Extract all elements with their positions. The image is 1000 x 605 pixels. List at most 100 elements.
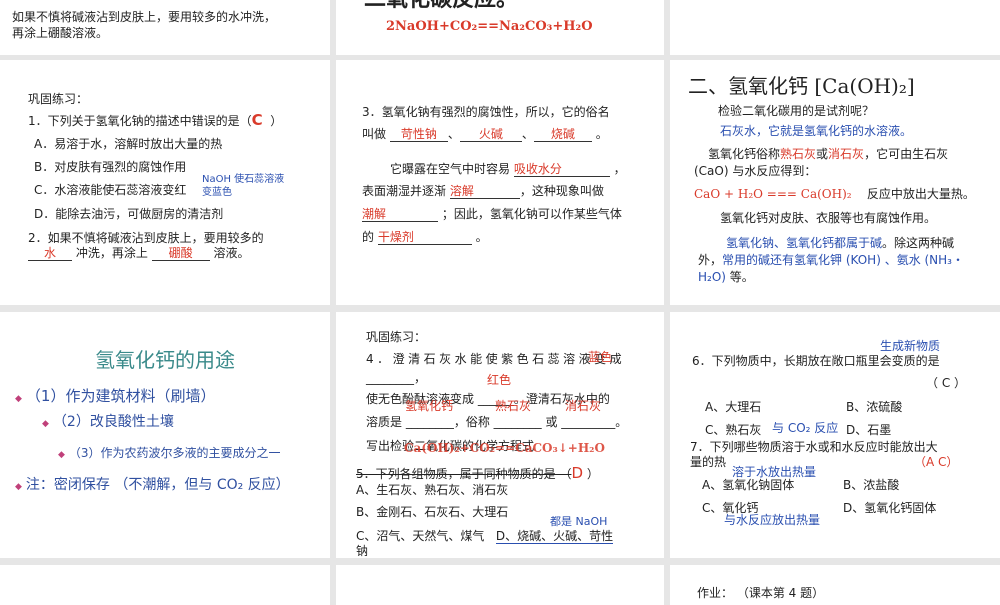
text: （2）改良酸性土壤 xyxy=(52,414,174,430)
text: H₂O) xyxy=(698,270,726,284)
text: 它曝露在空气中时容易 xyxy=(390,162,511,176)
annotation: 与 CO₂ 反应 xyxy=(772,421,839,435)
text: （1）作为建筑材料（刷墙） xyxy=(25,387,216,405)
text: ， xyxy=(613,162,626,176)
slide-thumbnail[interactable]: 巩固练习： 4．澄清石灰水能使紫色石蕊溶液变成 蓝色 ________， 红色 … xyxy=(336,312,664,558)
annotation: 生成新物质 xyxy=(880,339,941,353)
slide-thumbnail[interactable] xyxy=(336,565,664,605)
slide-title: 氢氧化钙的用途 xyxy=(95,348,235,372)
highlight: 消石灰 xyxy=(828,147,865,161)
option: A、氢氧化钠固体 xyxy=(702,478,795,492)
text: （3）作为农药波尔多液的主要成分之一 xyxy=(68,446,281,460)
question: 5．下列各组物质，属于同种物质的是 （ xyxy=(356,467,572,481)
text: 等。 xyxy=(725,270,754,284)
text: 溶质是 ________，俗称 ________ 或 _________。 xyxy=(366,415,628,429)
slide-thumbnail[interactable]: 二、氢氧化钙 [Ca(OH)₂] 检验二氧化碳用的是试剂呢？ 石灰水，它就是氢氧… xyxy=(670,60,1000,305)
answer: 红色 xyxy=(487,373,512,387)
option: D．能除去油污，可做厨房的清洁剂 xyxy=(34,207,224,221)
answer: 硼酸 xyxy=(151,246,210,261)
answer: 苛性钠 xyxy=(389,127,448,142)
text: 。除这两种碱 xyxy=(882,236,955,250)
bullet-icon: ◆ xyxy=(15,482,22,492)
answer: 水 xyxy=(28,246,72,261)
slide-thumbnail[interactable]: 作业： （课本第 4 题） xyxy=(670,565,1000,605)
text: 常用的碱还有氢氧化钾 (KOH) 、氨水 (NH₃・ xyxy=(722,253,964,267)
text: 冲洗，再涂上 xyxy=(75,246,148,260)
annotation: NaOH 使石蕊溶液 xyxy=(202,174,285,185)
text: 表面潮湿并逐渐 xyxy=(362,184,447,198)
option: A、生石灰、熟石灰、消石灰 xyxy=(356,483,509,497)
highlight: 熟石灰 xyxy=(780,147,817,161)
option: A、大理石 xyxy=(705,400,762,414)
question: 6．下列物质中，长期放在敞口瓶里会变质的是 xyxy=(692,354,940,368)
option: A．易溶于水，溶解时放出大量的热 xyxy=(34,137,223,151)
slide-text: 再涂上硼酸溶液。 xyxy=(12,26,109,40)
text: 或 xyxy=(816,147,829,161)
text: 反应中放出大量热。 xyxy=(866,187,975,201)
text: 。 xyxy=(595,127,608,141)
text: 检验二氧化碳用的是试剂呢？ xyxy=(718,104,875,118)
text: (CaO) 与水反应得到： xyxy=(694,164,817,178)
text: 氢氧化钙对皮肤、衣服等也有腐蚀作用。 xyxy=(720,211,937,225)
slide-title: 二、氢氧化钙 [Ca(OH)₂] xyxy=(688,74,915,98)
text: 钠 xyxy=(356,544,369,558)
option: D、烧碱、火碱、苛性 xyxy=(495,529,614,544)
option: B、浓硫酸 xyxy=(846,400,903,414)
slide-thumbnail[interactable]: 如果不慎将碱液沾到皮肤上，要用较多的水冲洗， 再涂上硼酸溶液。 xyxy=(0,0,330,55)
annotation: 变蓝色 xyxy=(202,187,232,198)
question: 3．氢氧化钠有强烈的腐蚀性，所以，它的俗名 xyxy=(362,105,610,119)
text: ，这种现象叫做 xyxy=(519,184,604,198)
text: 氢氧化钙俗称 xyxy=(708,147,781,161)
answer: （ C ） xyxy=(926,376,967,390)
answer: 烧碱 xyxy=(533,127,592,142)
annotation: 与水反应放出热量 xyxy=(724,513,821,527)
slide-text: 如果不慎将碱液沾到皮肤上，要用较多的水冲洗， xyxy=(12,10,277,24)
blank: ________， xyxy=(366,371,427,385)
slide-thumbnail[interactable]: 生成新物质 6．下列物质中，长期放在敞口瓶里会变质的是 （ C ） A、大理石 … xyxy=(670,312,1000,558)
equation: 2NaOH+CO₂==Na₂CO₃+H₂O xyxy=(386,19,593,34)
answer: C xyxy=(251,111,263,129)
slide-heading: 巩固练习： xyxy=(366,330,427,344)
slide-thumbnail[interactable] xyxy=(670,0,1000,55)
question: 2．如果不慎将碱液沾到皮肤上，要用较多的 xyxy=(28,231,264,245)
slide-thumbnail[interactable] xyxy=(0,565,330,605)
slide-thumbnail[interactable]: 二氧化碳反应。 2NaOH+CO₂==Na₂CO₃+H₂O xyxy=(336,0,664,55)
annotation: 都是 NaOH xyxy=(550,515,608,528)
bullet-icon: ◆ xyxy=(58,450,65,460)
annotation: 溶于水放出热量 xyxy=(732,465,817,479)
option: B．对皮肤有强烈的腐蚀作用 xyxy=(34,160,187,174)
bullet-icon: ◆ xyxy=(15,394,22,404)
option: B、浓盐酸 xyxy=(843,478,900,492)
text: ；因此，氢氧化钠可以作某些气体 xyxy=(441,207,622,221)
question: 4．澄清石灰水能使紫色石蕊溶液变成 xyxy=(366,352,626,366)
question: 1．下列关于氢氧化钠的描述中错误的是（ xyxy=(28,114,252,128)
answer: 溶解 xyxy=(449,184,520,199)
text: 外， xyxy=(698,253,723,267)
bullet-icon: ◆ xyxy=(42,419,49,429)
option: C、沼气、天然气、煤气 xyxy=(356,529,485,543)
overlay-answer: 蓝色 xyxy=(588,350,613,364)
answer: 吸收水分 xyxy=(513,162,610,177)
text: 注：密闭保存 （不潮解，但与 CO₂ 反应） xyxy=(25,477,290,493)
option: D、氢氧化钙固体 xyxy=(843,501,937,515)
text: 叫做 xyxy=(362,127,387,141)
text: 、 xyxy=(447,127,460,141)
option: B、金刚石、石灰石、大理石 xyxy=(356,505,509,519)
option: C．水溶液能使石蕊溶液变红 xyxy=(34,183,187,197)
option: C、熟石灰 xyxy=(705,423,762,437)
question: 量的热 xyxy=(690,455,727,469)
answer: D xyxy=(571,464,584,482)
question: 7．下列哪些物质溶于水或和水反应时能放出大 xyxy=(690,440,938,454)
slide-thumbnail[interactable]: 氢氧化钙的用途 ◆ （1）作为建筑材料（刷墙） ◆ （2）改良酸性土壤 ◆ （3）作为… xyxy=(0,312,330,558)
slide-title: 二氧化碳反应。 xyxy=(364,0,518,12)
answer: 潮解 xyxy=(362,207,438,222)
equation: CaO + H₂O === Ca(OH)₂ xyxy=(694,187,852,201)
equation: Ca(OH)₂+CO₂==CaCO₃↓+H₂O xyxy=(404,441,605,455)
paren: ） xyxy=(586,467,599,481)
text: 氢氧化钠、氢氧化钙都属于碱 xyxy=(726,236,883,250)
homework-text: 作业： （课本第 4 题） xyxy=(697,586,825,600)
slide-thumbnail[interactable]: 3．氢氧化钠有强烈的腐蚀性，所以，它的俗名 叫做 苛性钠、火碱、烧碱 。 它曝露… xyxy=(336,60,664,305)
text: ，它可由生石灰 xyxy=(864,147,949,161)
slide-thumbnail[interactable]: 巩固练习： 1．下列关于氢氧化钠的描述中错误的是（C ） A．易溶于水，溶解时放… xyxy=(0,60,330,305)
overlay-answer: 熟石灰 xyxy=(495,399,532,413)
